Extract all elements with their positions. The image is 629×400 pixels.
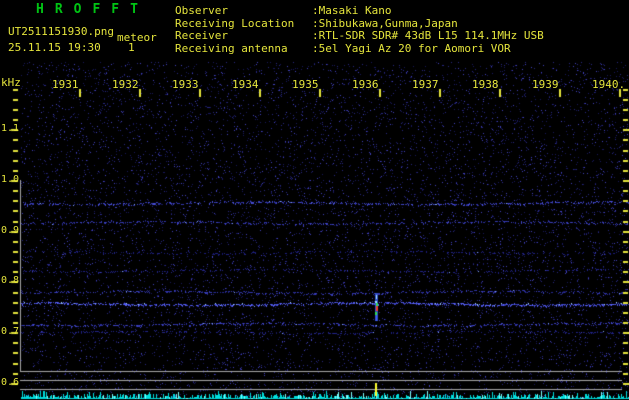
frequency-unit-label: kHz [1,76,21,89]
info-row-antenna: Receiving antenna:5el Yagi Az 20 for Aom… [175,41,544,56]
time-tick-label-1934: 1934 [232,78,259,91]
spectrogram-canvas [0,0,629,400]
freq-tick-label-0p6: 0.6 [0,377,19,388]
info-row-observer: Observer: Masaki Kano [175,4,544,18]
freq-tick-label-0p8: 0.8 [0,275,19,286]
observation-name: meteor [116,31,158,44]
info-row-receiver: Receiver: RTL-SDR SDR# 43dB L15 114.1MHz … [175,29,544,43]
info-label-receiver: Receiver [175,29,228,42]
output-filename: UT2511151930.png [8,25,114,38]
time-tick-label-1938: 1938 [472,78,499,91]
capture-datetime: 25.11.15 19:30 [8,41,101,54]
time-tick-label-1933: 1933 [172,78,199,91]
info-label-antenna: Receiving antenna [175,41,288,55]
time-tick-label-1936: 1936 [352,78,379,91]
freq-tick-label-1p0: 1.0 [0,174,19,185]
station-info-table: Observer: Masaki Kano Receiving Location:… [175,4,544,56]
info-value-receiver: RTL-SDR SDR# 43dB L15 114.1MHz USB [318,29,544,42]
time-tick-label-1940: 1940. [592,78,626,91]
freq-tick-label-1p1: 1.1 [0,123,19,134]
time-tick-label-1932: 1932 [112,78,139,91]
app-title: HROFFT [36,2,149,17]
info-colon: : [312,41,319,55]
time-tick-label-1937: 1937 [412,78,439,91]
time-tick-label-1939: 1939 [532,78,559,91]
info-colon: : [312,4,319,17]
hrofft-window: HROFFT UT2511151930.png meteor 25.11.15 … [0,0,629,400]
time-tick-label-1931: 1931 [52,78,79,91]
time-tick-label-1935: 1935 [292,78,319,91]
freq-tick-label-0p7: 0.7 [0,326,19,337]
image-counter: 1 [128,41,135,54]
info-value-observer: Masaki Kano [318,4,392,17]
freq-tick-label-0p9: 0.9 [0,225,19,236]
info-colon: : [312,29,319,42]
info-value-antenna: 5el Yagi Az 20 for Aomori VOR [318,41,511,55]
info-label-observer: Observer [175,4,228,17]
